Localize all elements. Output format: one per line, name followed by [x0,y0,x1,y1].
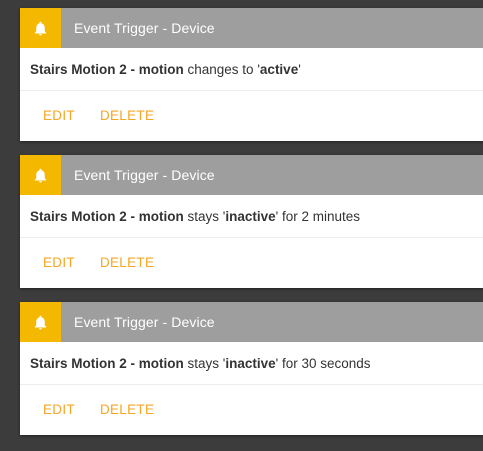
trigger-card: Event Trigger - Device Stairs Motion 2 -… [20,302,483,435]
trigger-card: Event Trigger - Device Stairs Motion 2 -… [20,155,483,288]
card-actions: EDIT DELETE [20,385,483,433]
trigger-state: active [259,61,299,77]
card-header: Event Trigger - Device [20,155,483,195]
delete-button[interactable]: DELETE [100,255,154,270]
card-title: Event Trigger - Device [74,167,215,183]
quote-close: ' [275,208,279,224]
trigger-description: Stairs Motion 2 - motion stays ' inactive… [20,342,483,385]
edit-button[interactable]: EDIT [43,108,75,123]
edit-button[interactable]: EDIT [43,402,75,417]
device-name: Stairs Motion 2 - motion [30,61,184,77]
device-name: Stairs Motion 2 - motion [30,355,184,371]
quote-close: ' [275,355,279,371]
edit-button[interactable]: EDIT [43,255,75,270]
trigger-card: Event Trigger - Device Stairs Motion 2 -… [20,8,483,141]
bell-icon [20,8,61,48]
card-header: Event Trigger - Device [20,8,483,48]
card-actions: EDIT DELETE [20,91,483,139]
card-title: Event Trigger - Device [74,20,215,36]
trigger-duration: for 2 minutes [282,208,361,224]
delete-button[interactable]: DELETE [100,402,154,417]
bell-icon [20,302,61,342]
delete-button[interactable]: DELETE [100,108,154,123]
card-header: Event Trigger - Device [20,302,483,342]
card-actions: EDIT DELETE [20,238,483,286]
device-name: Stairs Motion 2 - motion [30,208,184,224]
trigger-verb: stays [187,355,220,371]
trigger-state: inactive [225,208,276,224]
bell-icon [20,155,61,195]
trigger-state: inactive [225,355,276,371]
quote-close: ' [298,61,301,77]
trigger-description: Stairs Motion 2 - motion stays ' inactive… [20,195,483,238]
trigger-description: Stairs Motion 2 - motion changes to ' act… [20,48,483,91]
trigger-duration: for 30 seconds [282,355,371,371]
trigger-verb: changes to [187,61,254,77]
trigger-verb: stays [187,208,220,224]
card-title: Event Trigger - Device [74,314,215,330]
